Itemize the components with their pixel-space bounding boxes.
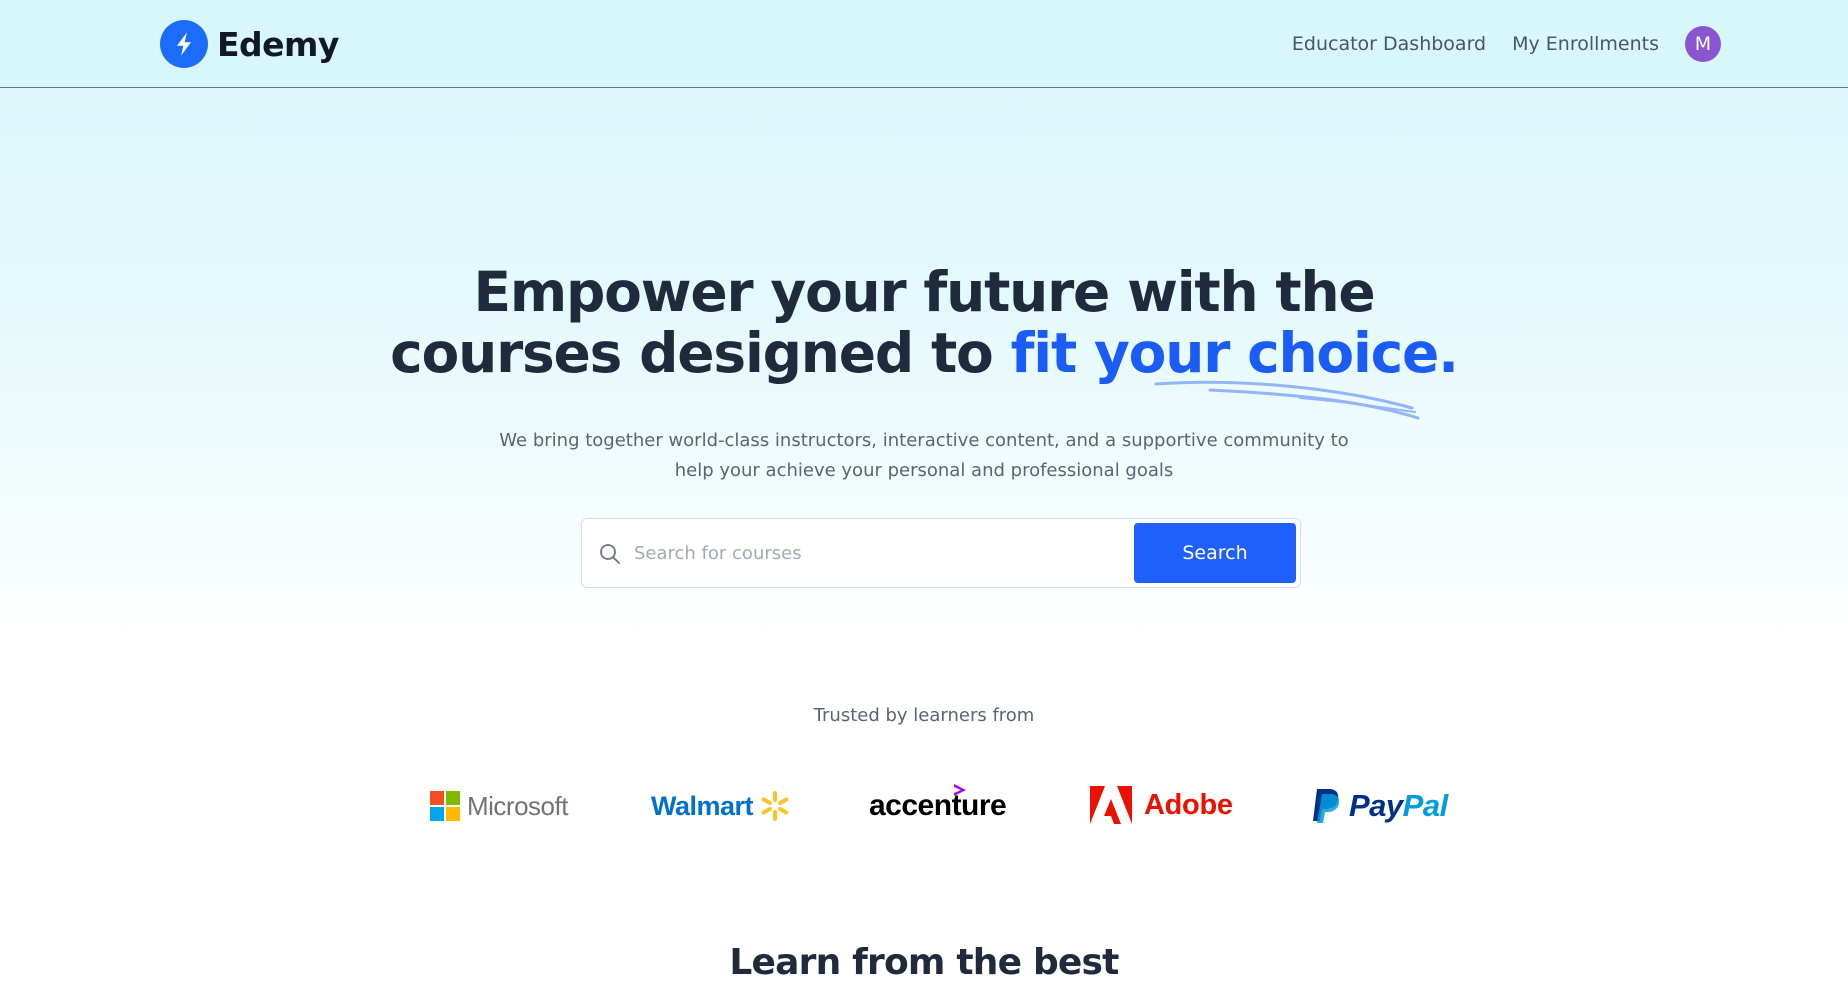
accenture-logo: accenture (869, 784, 1007, 828)
search-input[interactable] (634, 529, 1134, 577)
adobe-name: Adobe (1144, 788, 1233, 821)
page-background (0, 0, 1848, 985)
hero-subtitle-line2: help your achieve your personal and prof… (674, 460, 1174, 481)
paypal-logo: PayPal (1311, 786, 1448, 826)
search-bar: Search (581, 518, 1301, 588)
adobe-mark-icon (1090, 786, 1132, 824)
hero-title: Empower your future with the courses des… (0, 262, 1848, 384)
walmart-spark-icon (761, 791, 789, 821)
search-icon (600, 544, 620, 564)
trusted-by-label: Trusted by learners from (813, 705, 1035, 726)
section-title-learn-from-best: Learn from the best (729, 942, 1119, 983)
paypal-mark-icon (1313, 789, 1340, 823)
brand-logo[interactable]: Edemy (160, 20, 339, 68)
hero-title-line1: Empower your future with the (473, 260, 1376, 324)
search-button[interactable]: Search (1134, 523, 1296, 583)
hero-subtitle-line1: We bring together world-class instructor… (499, 430, 1349, 451)
brand-name: Edemy (217, 24, 339, 64)
underline-scribble-decoration (1154, 380, 1420, 420)
navbar: Edemy Educator Dashboard My Enrollments … (0, 0, 1848, 88)
hero-title-line2: courses designed to (390, 321, 1011, 385)
user-avatar[interactable]: M (1685, 26, 1721, 62)
paypal-name: PayPal (1349, 788, 1448, 824)
walmart-logo: Walmart (651, 788, 792, 824)
paypal-name-pal: Pal (1402, 788, 1449, 823)
nav-educator-dashboard[interactable]: Educator Dashboard (1292, 33, 1486, 55)
accenture-chevron-icon (954, 784, 966, 796)
nav-my-enrollments[interactable]: My Enrollments (1512, 33, 1659, 55)
nav-links: Educator Dashboard My Enrollments M (1292, 25, 1721, 63)
microsoft-squares-icon (430, 791, 460, 821)
lightning-bolt-icon (160, 20, 208, 68)
hero-subtitle: We bring together world-class instructor… (0, 426, 1848, 486)
microsoft-logo: Microsoft (430, 788, 568, 824)
walmart-name: Walmart (651, 790, 754, 821)
microsoft-name: Microsoft (467, 790, 568, 821)
paypal-name-pay: Pay (1349, 788, 1403, 823)
accenture-name: accenture (869, 789, 1007, 822)
adobe-logo: Adobe (1090, 786, 1233, 824)
